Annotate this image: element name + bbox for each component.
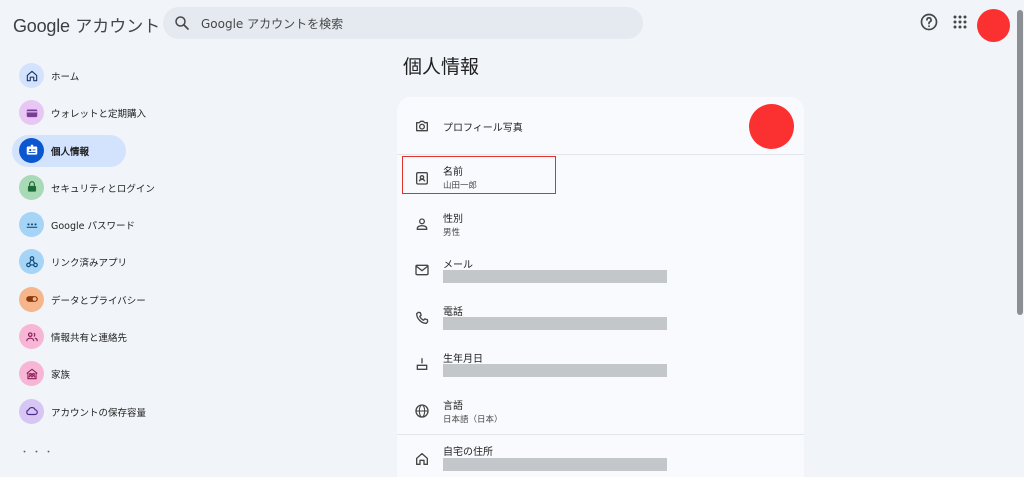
globe-icon <box>415 404 429 418</box>
sidebar-item-label: ウォレットと定期購入 <box>51 109 147 121</box>
sidebar-item-security[interactable]: セキュリティとログイン <box>12 172 192 204</box>
apps-grid-icon[interactable] <box>950 12 970 32</box>
account-avatar[interactable] <box>977 9 1010 42</box>
sidebar-item-label: アカウントの保存容量 <box>51 407 147 419</box>
sidebar-item-label: 個人情報 <box>51 146 90 158</box>
people-icon <box>19 324 44 350</box>
header: Google アカウント Google アカウントを検索 <box>0 0 1024 48</box>
sidebar-item-passwords[interactable]: Google パスワード <box>12 209 192 241</box>
name-highlight-box <box>402 156 556 194</box>
sidebar-item-personal-info[interactable]: 個人情報 <box>12 134 126 167</box>
cloud-icon <box>19 398 44 424</box>
toggle-icon <box>19 286 44 312</box>
search-input[interactable]: Google アカウントを検索 <box>201 15 343 32</box>
sidebar-item-wallet[interactable]: ウォレットと定期購入 <box>12 97 192 129</box>
family-icon <box>19 361 44 387</box>
row-label: 生年月日 <box>443 354 483 365</box>
sidebar-more[interactable]: ・・・ <box>20 445 56 458</box>
scrollbar-thumb[interactable] <box>1017 10 1023 315</box>
row-label: メール <box>443 260 473 271</box>
sidebar-item-label: 情報共有と連絡先 <box>51 333 128 345</box>
row-gender[interactable]: 性別 男性 <box>397 201 804 248</box>
row-phone[interactable]: 電話 <box>397 295 804 342</box>
sidebar-item-label: データとプライバシー <box>51 295 146 307</box>
person-icon <box>416 218 428 230</box>
id-card-icon <box>19 137 44 163</box>
sidebar-item-label: ホーム <box>51 72 80 83</box>
sidebar-item-sharing[interactable]: 情報共有と連絡先 <box>12 321 192 353</box>
sidebar-item-data-privacy[interactable]: データとプライバシー <box>12 284 192 316</box>
row-label: 性別 <box>443 214 463 225</box>
sidebar-item-label: 家族 <box>51 370 71 382</box>
sidebar-item-family[interactable]: 家族 <box>12 358 192 390</box>
gender-value: 男性 <box>443 228 461 238</box>
password-icon <box>19 212 44 238</box>
sidebar-nav: ホーム ウォレットと定期購入 個人情報 セキュリティとログイン Google パ… <box>12 60 192 433</box>
row-label: 自宅の住所 <box>443 447 493 458</box>
row-language[interactable]: 言語 日本語（日本） <box>397 389 804 434</box>
camera-icon <box>416 120 428 132</box>
page-title: 個人情報 <box>403 56 480 78</box>
mail-icon <box>415 264 429 276</box>
logo-google-text: Google <box>13 16 70 36</box>
sidebar-item-storage[interactable]: アカウントの保存容量 <box>12 396 192 428</box>
language-value: 日本語（日本） <box>443 415 503 425</box>
google-account-logo[interactable]: Google アカウント <box>13 12 160 37</box>
help-icon[interactable] <box>919 12 939 32</box>
linked-apps-icon <box>19 249 44 275</box>
sidebar-item-linked-apps[interactable]: リンク済みアプリ <box>12 246 192 278</box>
phone-value-redacted <box>443 317 667 330</box>
personal-info-card: プロフィール写真 名前 山田一郎 性別 男性 メール 電話 生年月日 言語 日本… <box>397 97 804 477</box>
lock-icon <box>19 174 44 200</box>
sidebar-item-label: リンク済みアプリ <box>51 258 128 270</box>
row-email[interactable]: メール <box>397 248 804 295</box>
row-label: 言語 <box>443 401 463 412</box>
row-profile-photo[interactable]: プロフィール写真 <box>397 97 804 154</box>
birthday-value-redacted <box>443 364 667 377</box>
row-label: プロフィール写真 <box>443 123 523 134</box>
row-address[interactable]: 自宅の住所 <box>397 435 804 477</box>
cake-icon <box>416 357 428 370</box>
search-icon <box>175 16 189 30</box>
search-bar[interactable]: Google アカウントを検索 <box>163 7 643 39</box>
sidebar-item-label: Google パスワード <box>51 221 136 233</box>
home-icon <box>19 63 44 88</box>
profile-photo[interactable] <box>749 104 794 149</box>
sidebar-item-home[interactable]: ホーム <box>12 60 192 92</box>
email-value-redacted <box>443 270 667 283</box>
row-birthday[interactable]: 生年月日 <box>397 342 804 389</box>
phone-icon <box>416 311 429 324</box>
wallet-icon <box>19 100 44 126</box>
sidebar-item-label: セキュリティとログイン <box>51 183 155 195</box>
row-label: 電話 <box>443 307 463 318</box>
logo-suffix: アカウント <box>75 17 161 37</box>
